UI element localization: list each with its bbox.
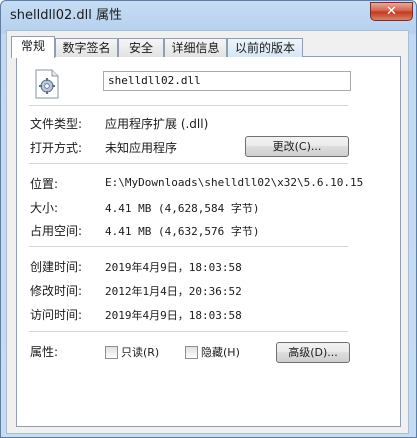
tab-digital-signatures[interactable]: 数字签名 — [55, 38, 118, 57]
modified-label: 修改时间: — [30, 284, 83, 298]
open-with-label: 打开方式: — [30, 141, 83, 155]
size-label: 大小: — [30, 201, 59, 215]
title-bar[interactable]: shelldll02.dll 属性 ✕ — [1, 1, 416, 31]
change-button[interactable]: 更改(C)... — [245, 136, 349, 157]
readonly-label[interactable]: 只读(R) — [121, 344, 159, 360]
file-type-value: 应用程序扩展 (.dll) — [105, 117, 209, 131]
divider — [29, 246, 348, 247]
accessed-value: 2019年4月9日，18:03:58 — [105, 309, 242, 322]
readonly-checkbox[interactable] — [105, 346, 118, 359]
advanced-button[interactable]: 高级(D)... — [276, 342, 350, 363]
created-label: 创建时间: — [30, 260, 83, 274]
tab-general-label: 常规 — [20, 39, 45, 53]
tab-security-label: 安全 — [128, 41, 153, 55]
attributes-label: 属性: — [30, 345, 59, 359]
filename-field[interactable]: shelldll02.dll — [103, 71, 351, 91]
accessed-label: 访问时间: — [30, 308, 83, 322]
divider — [29, 163, 348, 164]
tab-security[interactable]: 安全 — [118, 38, 164, 57]
tab-digital-signatures-label: 数字签名 — [62, 41, 111, 55]
modified-value: 2012年1月4日，20:36:52 — [105, 285, 242, 298]
tab-strip: 常规 数字签名 安全 详细信息 以前的版本 — [11, 36, 311, 58]
close-button[interactable]: ✕ — [370, 2, 413, 21]
hidden-label[interactable]: 隐藏(H) — [201, 344, 240, 360]
location-label: 位置: — [30, 177, 59, 191]
tab-details[interactable]: 详细信息 — [164, 38, 227, 57]
created-value: 2019年4月9日，18:03:58 — [105, 261, 242, 274]
divider — [29, 105, 348, 106]
divider — [29, 331, 348, 332]
tab-previous-versions-label: 以前的版本 — [234, 41, 295, 55]
location-value: E:\MyDownloads\shelldll02\x32\5.6.10.15 — [105, 176, 364, 189]
size-on-disk-value: 4.41 MB (4,632,576 字节) — [105, 225, 260, 238]
general-tab-panel — [16, 56, 401, 427]
size-value: 4.41 MB (4,628,584 字节) — [105, 202, 260, 215]
tab-previous-versions[interactable]: 以前的版本 — [227, 38, 303, 57]
tab-details-label: 详细信息 — [171, 41, 220, 55]
tab-general[interactable]: 常规 — [11, 36, 55, 58]
file-type-label: 文件类型: — [30, 117, 83, 131]
hidden-checkbox[interactable] — [185, 346, 198, 359]
window-title: shelldll02.dll 属性 — [10, 8, 122, 23]
open-with-value: 未知应用程序 — [105, 141, 178, 155]
close-icon: ✕ — [386, 4, 397, 19]
size-on-disk-label: 占用空间: — [30, 224, 83, 238]
dll-file-icon — [35, 69, 59, 99]
